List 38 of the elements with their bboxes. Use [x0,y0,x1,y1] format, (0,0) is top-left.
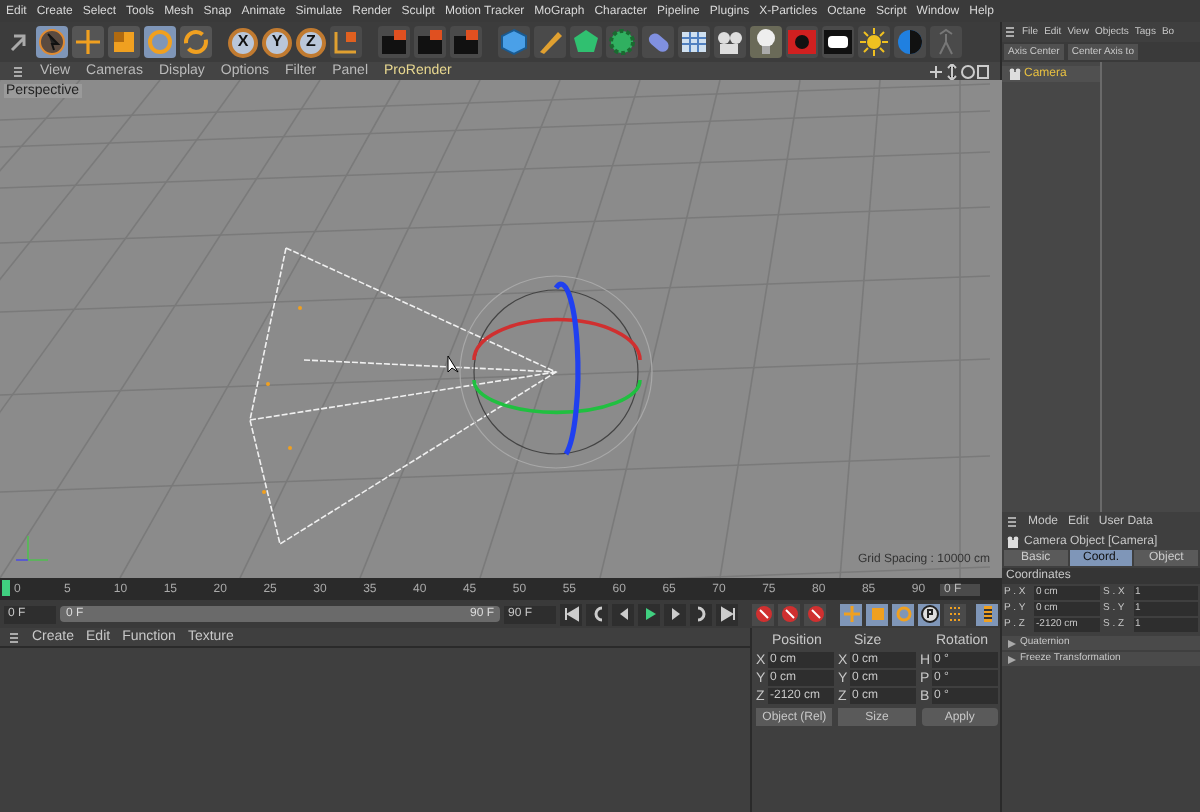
subdivision-icon[interactable] [570,26,602,58]
parameter-key-icon[interactable] [919,604,939,624]
menu-icon[interactable] [12,65,24,77]
world-axis-icon[interactable] [330,26,362,58]
axis-indicator-icon [15,535,49,561]
menu-icon[interactable] [1004,26,1016,38]
clapper-icon[interactable] [378,26,410,58]
camera-icon[interactable] [1008,68,1022,80]
camera-icon[interactable] [714,26,746,58]
scale-icon[interactable] [108,26,140,58]
go-to-end-icon[interactable] [717,604,737,624]
axis-lock-button[interactable]: X [228,27,258,57]
clapper-icon[interactable] [450,26,482,58]
point-level-icon[interactable] [945,604,965,624]
menu-icon[interactable] [8,631,20,643]
keyframe-selection-icon[interactable] [805,604,825,624]
clapper-icon[interactable] [414,26,446,58]
sun-icon[interactable] [858,26,890,58]
pen-icon[interactable] [534,26,566,58]
axis-lock-button[interactable]: Z [296,27,326,57]
axis-lock-button[interactable]: Y [262,27,292,57]
rotate-icon[interactable] [180,26,212,58]
camera-icon[interactable] [1006,535,1020,547]
gear-icon[interactable] [606,26,638,58]
light-panel-icon[interactable] [822,26,854,58]
go-to-start-icon[interactable] [561,604,581,624]
view-navigation-icons[interactable] [930,63,990,79]
cube-icon[interactable] [498,26,530,58]
rotation-gizmo[interactable] [459,275,653,469]
move-icon[interactable] [72,26,104,58]
menu-icon[interactable] [1006,516,1018,528]
render-icon[interactable] [786,26,818,58]
record-icon[interactable] [753,604,773,624]
half-circle-icon[interactable] [894,26,926,58]
cursor-icon[interactable] [36,26,68,58]
autokey-icon[interactable] [779,604,799,624]
grid-icon[interactable] [678,26,710,58]
mouse-cursor-icon [447,355,459,373]
